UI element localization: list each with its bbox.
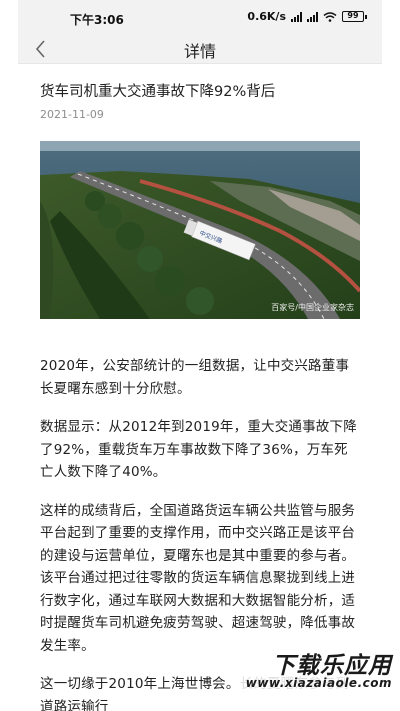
watermark-brand: 下载乐应用 [272, 653, 392, 679]
watermark-url: www.xiazaiaole.com [245, 676, 392, 690]
truck-coastal-road-image: 中交兴路 [40, 141, 360, 319]
article-image[interactable]: 中交兴路 百家号/中国企业家杂志 [40, 141, 360, 319]
article-paragraph: 数据显示：从2012年到2019年，重大交通事故下降了92%，重载货车万车事故数… [40, 419, 357, 480]
nav-bar: 详情 [18, 36, 382, 64]
wifi-icon [323, 11, 337, 22]
image-credit: 百家号/中国企业家杂志 [271, 303, 354, 312]
network-speed: 0.6K/s [247, 10, 286, 23]
article: 货车司机重大交通事故下降92%背后 2021-11-09 中交兴路 百家号/中国… [18, 64, 382, 711]
article-paragraph: 这样的成绩背后，全国道路货运车辆公共监管与服务平台起到了重要的支撑作用，而中交兴… [40, 502, 356, 654]
article-date: 2021-11-09 [40, 108, 104, 121]
signal-icon [291, 11, 302, 22]
left-margin [0, 0, 18, 711]
phone-screen: 下午3:06 0.6K/s 99 详情 货车司机重大交通事故下降92%背后 20… [18, 0, 382, 711]
status-time: 下午3:06 [70, 13, 124, 27]
battery-icon: 99 [342, 11, 367, 22]
page-title: 详情 [183, 42, 216, 61]
article-paragraph: 2020年，公安部统计的一组数据，让中交兴路董事长夏曙东感到十分欣慰。 [40, 358, 350, 397]
right-margin [382, 0, 400, 711]
status-indicators: 0.6K/s 99 [247, 10, 367, 23]
status-bar: 下午3:06 0.6K/s 99 [18, 0, 382, 36]
signal-2-icon [307, 11, 318, 22]
watermark-banner: 下载乐应用 www.xiazaiaole.com [240, 640, 400, 692]
article-title: 货车司机重大交通事故下降92%背后 [40, 84, 276, 100]
